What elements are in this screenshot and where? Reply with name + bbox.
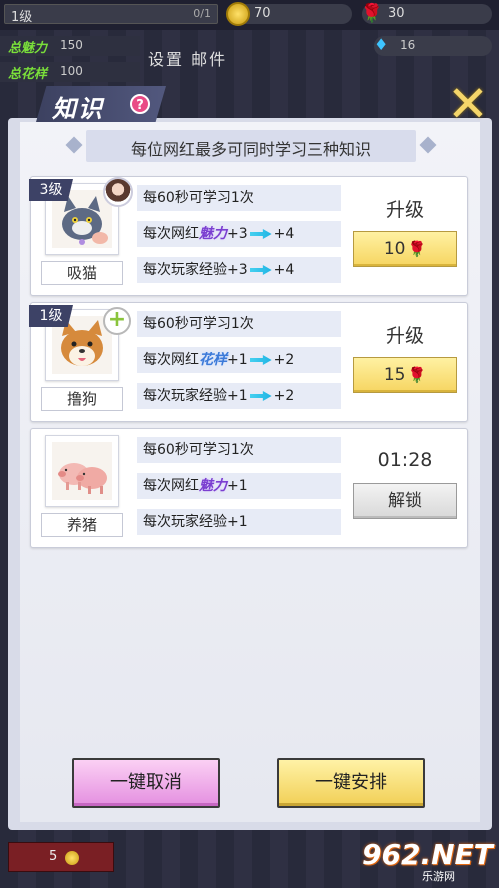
learn-frequency-text: 每60秒可学习1次 xyxy=(143,316,254,332)
streamer-attr-row: 每次网红魅力+1 xyxy=(137,473,341,499)
attr-to-value: +2 xyxy=(273,352,295,368)
dialog-title: 知识 xyxy=(52,95,104,123)
arrow-right-icon xyxy=(249,229,272,239)
level-badge: 3级 xyxy=(29,179,73,201)
rose-icon: 🌹 xyxy=(407,366,427,384)
streamer-attr-prefix: 每次网红 xyxy=(143,478,199,494)
add-streamer-icon[interactable]: + xyxy=(103,307,131,335)
notice-bar: 每位网红最多可同时学习三种知识 xyxy=(65,130,437,162)
learn-frequency-row: 每60秒可学习1次 xyxy=(137,311,341,337)
knowledge-card-pig: 养猪 每60秒可学习1次 每次网红魅力+1 每次玩家经验+1 01:28 解锁 xyxy=(30,428,468,548)
knowledge-card-dog: 1级 + 撸狗 每60秒可学习1次 每次网红花样+1 +2 每次玩家经验+1 +2 … xyxy=(29,302,468,422)
coin-value: 70 xyxy=(254,6,271,21)
exp-to-value: +2 xyxy=(273,388,295,404)
player-level-box: 1级 0/1 xyxy=(4,4,218,25)
site-watermark: 962.NET 乐游网 xyxy=(362,836,496,886)
unlock-button[interactable]: 解锁 xyxy=(353,483,457,519)
top-status-bar: 1级 0/1 70 🌹 30 xyxy=(0,0,499,30)
learn-frequency-row: 每60秒可学习1次 xyxy=(137,185,341,211)
upgrade-cost: 15 xyxy=(383,365,406,385)
charm-attr-label: 魅力 xyxy=(199,478,227,494)
notice-text: 每位网红最多可同时学习三种知识 xyxy=(130,140,371,159)
rose-icon: 🌹 xyxy=(407,240,427,258)
diamond-right-icon xyxy=(419,136,437,154)
upgrade-label: 升级 xyxy=(385,325,424,347)
upgrade-button[interactable]: 10 🌹 xyxy=(353,231,457,267)
learn-frequency-text: 每60秒可学习1次 xyxy=(143,190,254,206)
total-charm-row: 总魅力 150 xyxy=(0,36,140,56)
total-style-value: 100 xyxy=(60,64,83,78)
player-exp-prefix: 每次玩家经验 xyxy=(143,262,227,278)
pig-icon xyxy=(52,442,112,500)
notice-box: 每位网红最多可同时学习三种知识 xyxy=(86,130,416,162)
attr-from-value: +1 xyxy=(227,478,248,494)
level-progress: 0/1 xyxy=(193,7,211,20)
pet-portrait xyxy=(45,435,119,507)
attr-from-value: +3 xyxy=(227,226,248,242)
player-exp-prefix: 每次玩家经验 xyxy=(143,514,227,530)
player-exp-row: 每次玩家经验+1 xyxy=(137,509,341,535)
coin-icon xyxy=(65,851,79,865)
unlock-timer: 01:28 xyxy=(377,449,433,471)
learn-frequency-row: 每60秒可学习1次 xyxy=(137,437,341,463)
total-style-label: 总花样 xyxy=(8,67,48,82)
upgrade-cost: 10 xyxy=(383,239,406,259)
exp-from-value: +3 xyxy=(227,262,248,278)
cancel-all-button[interactable]: 一键取消 xyxy=(72,758,220,808)
close-icon[interactable]: ✕ xyxy=(444,79,492,130)
pet-name: 吸猫 xyxy=(41,261,123,285)
streamer-attr-prefix: 每次网红 xyxy=(143,352,199,368)
total-style-row: 总花样 100 xyxy=(0,62,140,82)
upgrade-label: 升级 xyxy=(385,199,424,221)
total-charm-label: 总魅力 xyxy=(8,41,48,56)
streamer-attr-row: 每次网红魅力+3 +4 xyxy=(137,221,341,247)
arrow-right-icon xyxy=(249,265,272,275)
charm-attr-label: 魅力 xyxy=(199,226,227,242)
watermark-subtext: 乐游网 xyxy=(422,870,455,883)
upgrade-button[interactable]: 15 🌹 xyxy=(353,357,457,393)
streamer-attr-prefix: 每次网红 xyxy=(143,226,199,242)
attr-from-value: +1 xyxy=(227,352,248,368)
gem-icon: ♦ xyxy=(374,35,389,54)
diamond-left-icon xyxy=(65,136,83,154)
exp-from-value: +1 xyxy=(227,514,248,530)
exp-from-value: +1 xyxy=(227,388,248,404)
bottom-coin-value: 5 xyxy=(49,849,58,864)
rose-counter[interactable]: 🌹 30 xyxy=(360,3,492,24)
arrange-all-button[interactable]: 一键安排 xyxy=(277,758,425,808)
learn-frequency-text: 每60秒可学习1次 xyxy=(143,442,254,458)
rose-icon: 🌹 xyxy=(360,3,384,24)
exp-to-value: +4 xyxy=(273,262,295,278)
attr-to-value: +4 xyxy=(273,226,295,242)
style-attr-label: 花样 xyxy=(199,352,227,368)
gem-counter[interactable]: ♦ 16 xyxy=(374,35,492,56)
arrow-right-icon xyxy=(249,391,272,401)
knowledge-card-cat: 3级 吸猫 每60秒可学习1次 每次网红魅力+3 +4 每次玩家经验+3 +4 升级… xyxy=(29,176,468,296)
total-charm-value: 150 xyxy=(60,38,83,52)
pet-name: 撸狗 xyxy=(41,387,123,411)
help-icon[interactable]: ? xyxy=(130,94,150,114)
gem-value: 16 xyxy=(400,38,416,52)
pet-name: 养猪 xyxy=(41,513,123,537)
level-badge: 1级 xyxy=(29,305,73,327)
watermark-logo: 962.NET xyxy=(362,838,493,871)
bottom-coin-bar: 5 xyxy=(8,842,114,872)
coin-counter[interactable]: 70 xyxy=(226,2,352,26)
streamer-avatar[interactable] xyxy=(103,177,133,207)
arrow-right-icon xyxy=(249,355,272,365)
player-level: 1级 xyxy=(11,10,33,25)
settings-mail-menu[interactable]: 设置 邮件 xyxy=(148,46,227,70)
coin-icon xyxy=(226,2,250,26)
player-exp-row: 每次玩家经验+3 +4 xyxy=(137,257,341,283)
streamer-attr-row: 每次网红花样+1 +2 xyxy=(137,347,341,373)
player-exp-row: 每次玩家经验+1 +2 xyxy=(137,383,341,409)
dialog-title-tab: 知识 xyxy=(36,86,186,123)
player-exp-prefix: 每次玩家经验 xyxy=(143,388,227,404)
rose-value: 30 xyxy=(388,6,405,21)
